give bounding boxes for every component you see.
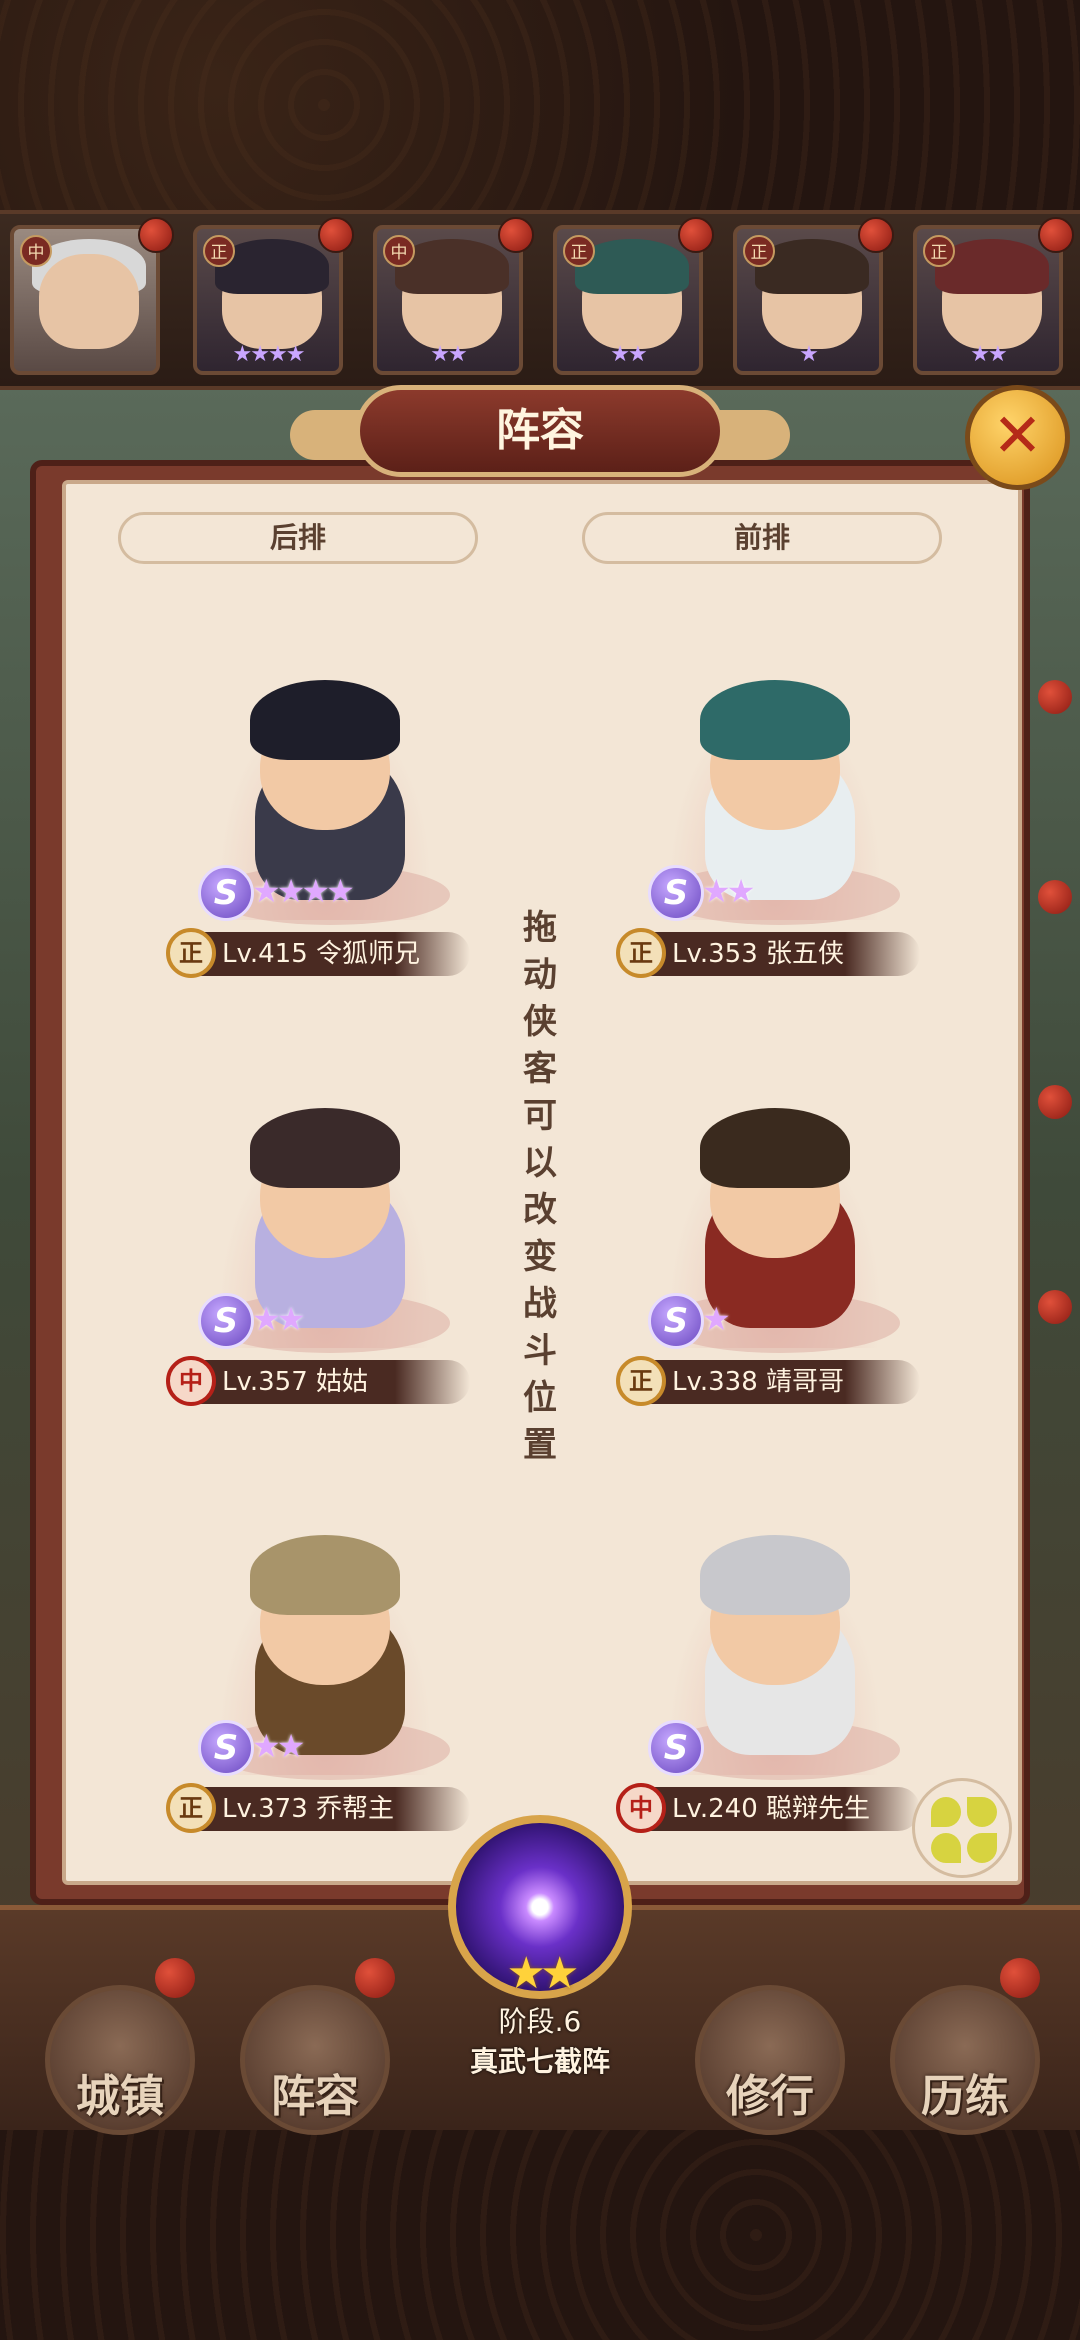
back-row-label: 后排 (118, 512, 478, 564)
hero-class-badge: 正 (203, 235, 235, 267)
hero-card[interactable]: 正 ★★ (913, 225, 1063, 375)
character-hair (250, 680, 400, 760)
panel-title: 阵容 (496, 405, 584, 456)
side-notification-dot (1038, 680, 1072, 714)
rank-badge: S (648, 1293, 704, 1349)
petal-button[interactable] (912, 1778, 1012, 1878)
hero-name: Lv.373 乔帮主 (222, 1794, 395, 1824)
character-hair (700, 1108, 850, 1188)
hero-name: Lv.338 靖哥哥 (672, 1367, 845, 1397)
lineup-slot[interactable]: S ★★ 中 Lv.357 姑姑 (160, 1068, 490, 1408)
notification-dot (355, 1958, 395, 1998)
star-rating: ★★ (252, 1300, 305, 1338)
close-icon: ✕ (992, 401, 1043, 471)
petal-icon (931, 1833, 961, 1863)
petal-icon (967, 1797, 997, 1827)
class-icon: 正 (166, 1783, 216, 1833)
side-notification-dot (1038, 1290, 1072, 1324)
close-button[interactable]: ✕ (965, 385, 1070, 490)
nav-lineup-label: 阵容 (271, 2071, 359, 2122)
hero-class-badge: 正 (923, 235, 955, 267)
hero-name: Lv.353 张五侠 (672, 939, 845, 969)
lineup-slot[interactable]: S ★ 正 Lv.338 靖哥哥 (610, 1068, 940, 1408)
hero-card[interactable]: 中 (10, 225, 160, 375)
class-icon: 正 (616, 928, 666, 978)
nav-town-label: 城镇 (76, 2071, 164, 2122)
side-notification-dot (1038, 880, 1072, 914)
star-rating: ★★ (252, 1727, 305, 1765)
notification-dot (678, 217, 714, 253)
class-icon: 中 (166, 1356, 216, 1406)
notification-dot (318, 217, 354, 253)
hero-class-badge: 正 (563, 235, 595, 267)
lineup-slot[interactable]: S ★★★★ 正 Lv.415 令狐师兄 (160, 640, 490, 980)
star-rating: ★★ (702, 872, 755, 910)
class-icon: 中 (616, 1783, 666, 1833)
formation-name: 真武七截阵 (469, 2045, 610, 2078)
nav-training-label: 修行 (726, 2071, 814, 2122)
hero-stars: ★★★★ (232, 342, 306, 367)
hero-class-badge: 正 (743, 235, 775, 267)
drag-hint: 拖动侠客可以改变战斗位置 (523, 908, 557, 1465)
hero-stars: ★★ (970, 342, 1007, 367)
rank-badge: S (648, 1720, 704, 1776)
rank-badge: S (198, 1720, 254, 1776)
star-rating: ★ (702, 1300, 731, 1338)
character-hair (700, 1535, 850, 1615)
character-hair (700, 680, 850, 760)
top-background (0, 0, 1080, 210)
lineup-slot[interactable]: S ★★ 正 Lv.373 乔帮主 (160, 1495, 490, 1835)
hero-name: Lv.415 令狐师兄 (222, 939, 421, 969)
side-notification-dot (1038, 1085, 1072, 1119)
formation-stage: 阶段.6 (498, 2005, 582, 2038)
hero-class-badge: 中 (20, 235, 52, 267)
hero-card[interactable]: 正 ★★ (553, 225, 703, 375)
notification-dot (155, 1958, 195, 1998)
class-icon: 正 (166, 928, 216, 978)
front-row-label: 前排 (582, 512, 942, 564)
petal-icon (967, 1833, 997, 1863)
hero-card[interactable]: 正 ★★★★ (193, 225, 343, 375)
rank-badge: S (198, 865, 254, 921)
hero-face (39, 254, 139, 349)
lineup-slot[interactable]: S 中 Lv.240 聪辩先生 (610, 1495, 940, 1835)
formation-stars: ★★ (506, 1948, 580, 1999)
notification-dot (498, 217, 534, 253)
character-hair (250, 1535, 400, 1615)
petal-icon (931, 1797, 961, 1827)
rank-badge: S (648, 865, 704, 921)
hero-stars: ★★ (610, 342, 647, 367)
hero-class-badge: 中 (383, 235, 415, 267)
notification-dot (1038, 217, 1074, 253)
notification-dot (858, 217, 894, 253)
character-hair (250, 1108, 400, 1188)
notification-dot (138, 217, 174, 253)
hero-name: Lv.357 姑姑 (222, 1367, 369, 1397)
hero-stars: ★ (799, 342, 819, 367)
rank-badge: S (198, 1293, 254, 1349)
lineup-slot[interactable]: S ★★ 正 Lv.353 张五侠 (610, 640, 940, 980)
notification-dot (1000, 1958, 1040, 1998)
class-icon: 正 (616, 1356, 666, 1406)
bottom-background (0, 2130, 1080, 2340)
hero-stars: ★★ (430, 342, 467, 367)
hero-card[interactable]: 正 ★ (733, 225, 883, 375)
star-rating: ★★★★ (252, 872, 355, 910)
hero-card[interactable]: 中 ★★ (373, 225, 523, 375)
nav-adventure-label: 历练 (921, 2071, 1009, 2122)
hero-name: Lv.240 聪辩先生 (672, 1794, 871, 1824)
